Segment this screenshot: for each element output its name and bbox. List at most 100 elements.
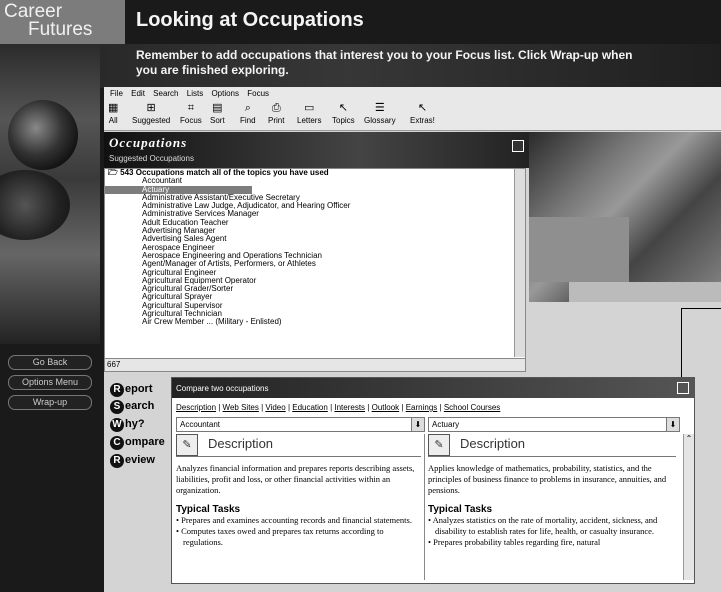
heading-text: Description: [460, 436, 526, 451]
tab-interests[interactable]: Interests: [334, 403, 365, 412]
compare-title: Compare two occupations: [176, 384, 269, 393]
tab-outlook[interactable]: Outlook: [372, 403, 400, 412]
menu-edit[interactable]: Edit: [131, 87, 145, 100]
occupations-items: Accountant Actuary Administrative Assistan…: [105, 176, 513, 327]
focus-icon: ⌗: [187, 102, 194, 114]
option-label: ompare: [125, 436, 165, 448]
heading-text: Description: [208, 436, 274, 451]
task-text: Analyzes statistics on the rate of morta…: [432, 515, 658, 536]
binocular-lens-image: [8, 100, 78, 170]
left-description-text: Analyzes financial information and prepa…: [176, 463, 415, 495]
left-description-column: ✎ Description Analyzes financial informa…: [176, 434, 421, 580]
photo-panel: [569, 282, 721, 302]
brand-line2: Futures: [28, 19, 93, 40]
occupations-total-count: 667: [107, 360, 121, 369]
toolbar-print-button[interactable]: ⎙ Print: [268, 100, 284, 125]
printer-icon: ⎙: [271, 102, 281, 114]
scroll-up-icon[interactable]: ⌃: [684, 434, 694, 443]
compare-panel: Compare two occupations Description | We…: [171, 377, 695, 584]
compare-scrollbar[interactable]: ⌃: [683, 434, 694, 580]
right-occupation-value: Actuary: [432, 420, 460, 429]
left-occupation-value: Accountant: [180, 420, 221, 429]
toolbar-suggested-button[interactable]: ⊞ Suggested: [132, 100, 170, 125]
menu-file[interactable]: File: [110, 87, 123, 100]
suggested-icon: ⊞: [146, 102, 156, 114]
toolbar-focus-button[interactable]: ⌗ Focus: [180, 100, 202, 125]
column-divider: [424, 434, 425, 580]
option-letter: C: [110, 436, 124, 450]
document-icon: ✎: [176, 434, 198, 456]
occupations-minimize-button[interactable]: [512, 140, 524, 152]
option-label: eview: [125, 454, 155, 466]
option-label: eport: [125, 383, 153, 395]
arrow-down-icon[interactable]: ⬇: [666, 418, 679, 431]
arrow-down-icon[interactable]: ⬇: [411, 418, 424, 431]
option-letter: W: [110, 418, 124, 432]
menu-lists[interactable]: Lists: [187, 87, 203, 100]
toolbar-label: Glossary: [364, 116, 396, 125]
toolbar-label: Extras!: [410, 116, 435, 125]
menu-focus[interactable]: Focus: [247, 87, 269, 100]
tab-web-sites[interactable]: Web Sites: [223, 403, 259, 412]
left-tasks-title: Typical Tasks: [176, 504, 241, 515]
toolbar-label: Print: [268, 116, 285, 125]
option-search[interactable]: Search: [110, 400, 154, 416]
option-letter: S: [110, 400, 124, 414]
right-tasks-title: Typical Tasks: [428, 504, 493, 515]
magnifier-icon: ⌕: [244, 102, 251, 114]
menu-options[interactable]: Options: [211, 87, 239, 100]
task-item: • Analyzes statistics on the rate of mor…: [428, 515, 658, 536]
occupations-horizontal-scrollbar[interactable]: 667: [104, 358, 526, 372]
options-menu-button[interactable]: Options Menu: [8, 375, 92, 390]
occupation-item[interactable]: Air Crew Member ... (Military - Enlisted…: [105, 318, 513, 327]
occupations-subtitle: Suggested Occupations: [109, 154, 194, 163]
occupations-header: Occupations Suggested Occupations: [104, 132, 529, 168]
tab-video[interactable]: Video: [265, 403, 285, 412]
toolbar-all-button[interactable]: ▦ All: [108, 100, 118, 125]
tab-education[interactable]: Education: [292, 403, 328, 412]
right-description-column: ✎ Description Applies knowledge of mathe…: [428, 434, 676, 580]
menu-search[interactable]: Search: [153, 87, 178, 100]
tab-school-courses[interactable]: School Courses: [444, 403, 500, 412]
toolbar-label: Topics: [332, 116, 355, 125]
toolbar-find-button[interactable]: ⌕ Find: [240, 100, 256, 125]
document-icon: ✎: [428, 434, 450, 456]
occupations-list-box: 🗁 543 Occupations match all of the topic…: [104, 168, 526, 360]
option-review[interactable]: Review: [110, 454, 155, 470]
toolbar-extras-button[interactable]: ↖ Extras!: [410, 100, 435, 125]
left-occupation-select[interactable]: Accountant ⬇: [176, 417, 425, 432]
brand-logo: Career Futures: [0, 0, 125, 44]
option-report[interactable]: Report: [110, 383, 153, 399]
page-instructions: Remember to add occupations that interes…: [136, 48, 633, 77]
occupations-title: Occupations: [109, 135, 188, 150]
grid-icon: ▦: [108, 102, 119, 114]
toolbar-label: Focus: [180, 116, 202, 125]
option-compare[interactable]: Compare: [110, 436, 165, 452]
tab-earnings[interactable]: Earnings: [406, 403, 438, 412]
wrap-up-button[interactable]: Wrap-up: [8, 395, 92, 410]
page-title: Looking at Occupations: [136, 9, 364, 31]
extras-icon: ↖: [417, 102, 428, 114]
toolbar-label: All: [108, 116, 118, 125]
right-occupation-select[interactable]: Actuary ⬇: [428, 417, 680, 432]
right-description-text: Applies knowledge of mathematics, probab…: [428, 463, 667, 495]
menu-bar: File Edit Search Lists Options Focus: [104, 87, 721, 100]
option-label: hy?: [125, 418, 145, 430]
sort-icon: ▤: [212, 102, 223, 114]
tab-description[interactable]: Description: [176, 403, 216, 412]
occupations-list: 🗁 543 Occupations match all of the topic…: [105, 169, 513, 357]
callout-line: [681, 308, 721, 309]
right-description-heading: ✎ Description: [428, 434, 676, 457]
occupations-scrollbar[interactable]: [514, 169, 525, 357]
compare-maximize-button[interactable]: [677, 382, 689, 394]
toolbar-topics-button[interactable]: ↖ Topics: [332, 100, 355, 125]
option-why[interactable]: Why?: [110, 418, 145, 434]
go-back-button[interactable]: Go Back: [8, 355, 92, 370]
toolbar-glossary-button[interactable]: ☰ Glossary: [364, 100, 396, 125]
toolbar-label: Find: [240, 116, 256, 125]
toolbar-sort-button[interactable]: ▤ Sort: [210, 100, 225, 125]
task-text: Computes taxes owed and prepares tax ret…: [181, 526, 384, 547]
task-text: Prepares probability tables regarding fi…: [433, 537, 601, 547]
toolbar-letters-button[interactable]: ▭ Letters: [297, 100, 321, 125]
task-item: • Computes taxes owed and prepares tax r…: [176, 526, 384, 547]
